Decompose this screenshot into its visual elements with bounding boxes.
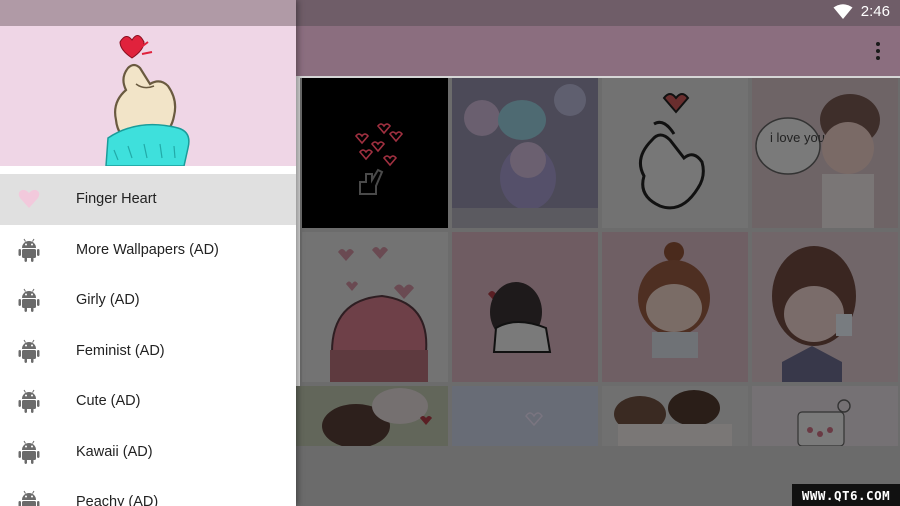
menu-item-kawaii[interactable]: Kawaii (AD) — [0, 427, 296, 478]
heart-icon — [18, 190, 40, 209]
menu-label: Girly (AD) — [76, 292, 140, 309]
menu-label: More Wallpapers (AD) — [76, 241, 219, 258]
blue-pastel-heart-wallpaper[interactable] — [452, 386, 598, 446]
sleeping-couple-wallpaper[interactable] — [602, 386, 748, 446]
android-icon — [18, 389, 40, 414]
status-time: 2:46 — [860, 3, 890, 20]
girl-drinking-wallpaper[interactable] — [752, 232, 898, 382]
heart-jar-wallpaper[interactable] — [752, 386, 898, 446]
menu-item-feminist[interactable]: Feminist (AD) — [0, 326, 296, 377]
menu-item-cute[interactable]: Cute (AD) — [0, 376, 296, 427]
navigation-drawer: Finger Heart More Wallpapers (AD) Girly … — [0, 0, 296, 506]
drawer-header-image — [0, 26, 296, 166]
more-vert-icon[interactable] — [870, 40, 886, 62]
finger-heart-illustration — [105, 35, 190, 166]
pink-hat-hearts-wallpaper[interactable] — [302, 232, 448, 382]
android-icon — [18, 440, 40, 464]
wallpaper-grid: i love you!! — [296, 78, 900, 446]
i-love-you-boy-wallpaper[interactable]: i love you!! — [752, 78, 898, 228]
android-icon — [18, 288, 40, 313]
black-finger-heart-wallpaper[interactable] — [302, 78, 448, 228]
drawer-menu: Finger Heart More Wallpapers (AD) Girly … — [0, 166, 296, 506]
finger-heart-sticker-wallpaper[interactable] — [602, 78, 748, 228]
menu-label: Feminist (AD) — [76, 342, 165, 359]
hugging-couple-wallpaper[interactable] — [452, 232, 598, 382]
menu-item-finger-heart[interactable]: Finger Heart — [0, 174, 296, 225]
android-icon — [18, 238, 40, 262]
menu-label: Peachy (AD) — [76, 494, 159, 506]
cuddling-couple-wallpaper[interactable] — [296, 386, 448, 446]
menu-item-peachy[interactable]: Peachy (AD) — [0, 477, 296, 506]
pastel-anime-girl-wallpaper[interactable] — [452, 78, 598, 228]
menu-item-girly[interactable]: Girly (AD) — [0, 275, 296, 326]
watermark: WWW.QT6.COM — [792, 484, 900, 506]
wifi-icon — [833, 3, 853, 19]
chibi-girl-wallpaper[interactable] — [602, 232, 748, 382]
android-icon — [18, 339, 40, 363]
menu-label: Kawaii (AD) — [76, 443, 153, 460]
drawer-status-area — [0, 0, 296, 26]
menu-label: Finger Heart — [76, 191, 157, 208]
menu-label: Cute (AD) — [76, 393, 141, 410]
menu-item-more-wallpapers[interactable]: More Wallpapers (AD) — [0, 225, 296, 276]
android-icon — [18, 490, 40, 506]
